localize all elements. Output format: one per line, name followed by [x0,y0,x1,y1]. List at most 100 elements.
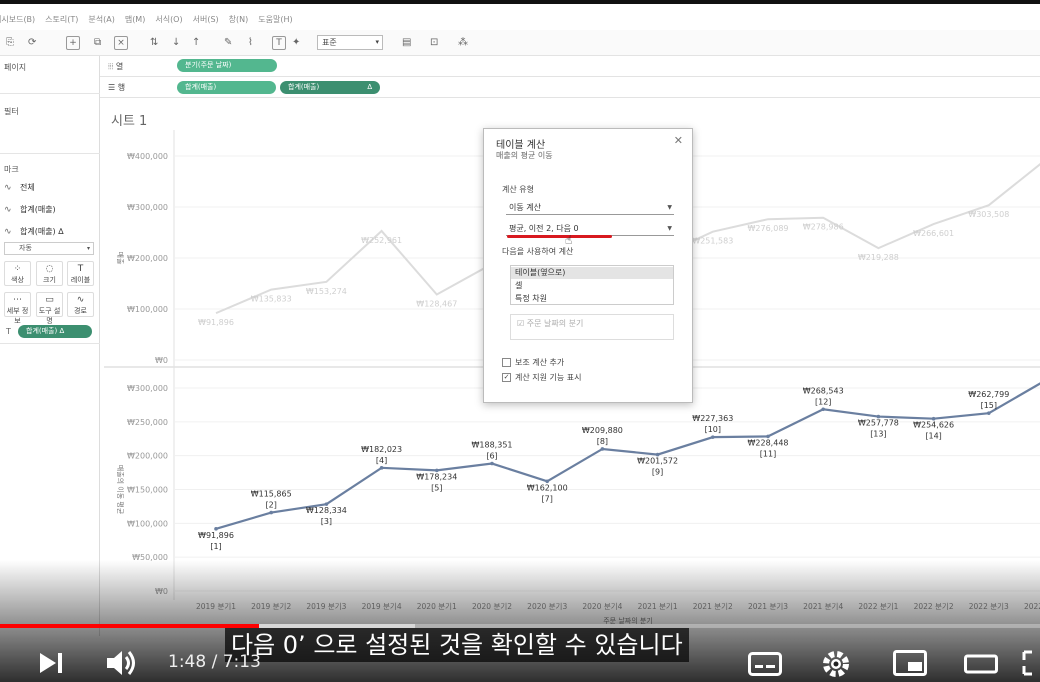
menu-item[interactable]: 분석(A) [88,14,114,25]
calc-type-dropdown[interactable]: 이동 계산 ▼ [506,202,674,215]
refresh-icon[interactable]: ⟳ [28,35,36,51]
share-icon[interactable]: ⁂ [458,35,468,51]
miniplayer-icon[interactable] [893,650,927,676]
top-ytick-label: ₩0 [155,356,168,365]
secondary-calc-checkbox[interactable] [502,358,511,367]
top-data-label: ₩303,508 [968,210,1009,219]
columns-pill-quarter[interactable]: 분기(주문 날짜) [177,59,277,72]
rows-shelf[interactable]: ☰ 행 합계(매출) 합계(매출) ∆ [100,77,1040,98]
compute-option-cell[interactable]: 셀 [511,280,673,292]
path-button[interactable]: ∿ 경로 [67,292,94,317]
path-icon: ∿ [76,295,85,305]
bottom-data-label: ₩201,572 [637,457,678,466]
size-icon: ◌ [45,264,54,274]
top-data-label: ₩128,467 [416,299,457,308]
top-data-label: ₩135,833 [251,295,292,304]
top-ytick-label: ₩200,000 [127,254,168,263]
new-datasource-icon[interactable]: ⎘ [6,35,14,51]
top-ytick-label: ₩400,000 [127,152,168,161]
mark-row-label: 합계(매출) [20,205,56,214]
marks-title: 마크 [4,165,19,174]
next-icon[interactable] [36,650,66,676]
settings-icon[interactable] [820,648,852,680]
volume-icon[interactable] [104,648,140,678]
calc-type-label: 계산 유형 [502,185,534,194]
sort-descending-icon[interactable]: ↑ [192,35,200,51]
bottom-index-label: [7] [542,494,553,503]
bottom-index-label: [8] [597,437,608,446]
compute-option-table-across[interactable]: 테이블(옆으로) [511,267,673,279]
highlight-icon[interactable]: ✎ [224,35,232,51]
detail-button[interactable]: ⋯ 세부 정보 [4,292,31,325]
format-dropdown[interactable]: 표준 ▾ [317,35,383,50]
show-help-label: 계산 지원 기능 표시 [515,373,582,382]
mark-row-label: 전체 [20,183,35,192]
swap-icon[interactable]: ⇅ [150,35,158,51]
label-field-icon: T [6,327,11,336]
rows-pill-sales[interactable]: 합계(매출) [177,81,276,94]
menu-item[interactable]: 맵(M) [125,14,146,25]
chevron-down-icon: ▾ [375,38,379,46]
color-button[interactable]: ⁘ 색상 [4,261,31,286]
bottom-point [711,435,715,439]
menu-item[interactable]: 서버(S) [193,14,219,25]
size-button[interactable]: ◌ 크기 [36,261,63,286]
show-help-checkbox[interactable]: ✓ [502,373,511,382]
dialog-title: 테이블 계산 [496,140,546,151]
subtitles-icon[interactable] [748,652,782,676]
show-labels-icon[interactable]: T [272,36,286,50]
bottom-ylabel: 매출의 이동 평균 [116,465,125,515]
bottom-data-label: ₩162,100 [527,483,568,492]
menu-bar: 대시보드(B) 스토리(T) 분석(A) 맵(M) 서식(O) 서버(S) 창(N) 도움말(… [0,0,1040,30]
show-help-option[interactable]: ✓ 계산 지원 기능 표시 [502,372,582,383]
bottom-data-label: ₩257,778 [858,419,899,428]
format-value: 표준 [322,38,337,47]
chevron-down-icon: ▾ [86,245,90,252]
filters-card: 필터 [0,98,100,154]
menu-item[interactable]: 창(N) [229,14,249,25]
pin-icon[interactable]: ✦ [292,35,300,51]
bottom-data-label: ₩115,865 [251,490,292,499]
fit-icon[interactable]: ▤ [402,35,411,51]
bottom-index-label: [6] [486,452,497,461]
duplicate-sheet-icon[interactable]: ⧉ [94,35,101,51]
new-sheet-icon[interactable]: + [66,36,80,50]
sort-ascending-icon[interactable]: ↓ [172,35,180,51]
compute-using-list: 테이블(옆으로) 셀 특정 차원 [510,265,674,305]
menu-item[interactable]: 대시보드(B) [0,14,35,25]
tooltip-button[interactable]: ▭ 도구 설명 [36,292,63,325]
close-icon[interactable]: ✕ [674,134,683,147]
presentation-icon[interactable]: ⊡ [430,35,438,51]
mark-type-dropdown[interactable]: 자동 ▾ [4,242,94,255]
menu-item[interactable]: 스토리(T) [45,14,78,25]
bottom-index-label: [9] [652,468,663,477]
compute-option-specific-dimensions[interactable]: 특정 차원 [511,293,673,305]
fullscreen-icon[interactable] [1022,650,1040,676]
secondary-calc-option[interactable]: 보조 계산 추가 [502,357,564,368]
marks-pill-sales-delta[interactable]: 합계(매출) ∆ [18,325,92,338]
bottom-data-label: ₩209,880 [582,426,623,435]
path-label: 경로 [74,307,87,315]
bottom-data-label: ₩178,234 [416,472,457,481]
bottom-data-label: ₩128,334 [306,506,347,515]
bottom-index-label: [11] [760,449,776,458]
bottom-index-label: [12] [815,397,831,406]
rows-pill-sales-delta[interactable]: 합계(매출) ∆ [280,81,380,94]
mark-row-sales-delta[interactable]: ∿ 합계(매출) ∆ [4,226,64,237]
bottom-data-label: ₩254,626 [913,421,954,430]
menu-item[interactable]: 서식(O) [155,14,182,25]
label-button[interactable]: T 레이블 [67,261,94,286]
menu-item[interactable]: 도움말(H) [258,14,292,25]
bottom-point [379,466,384,470]
size-label: 크기 [43,276,56,284]
group-icon[interactable]: ⌇ [248,35,253,51]
mark-row-all[interactable]: ∿ 전체 [4,182,35,193]
mark-row-sales[interactable]: ∿ 합계(매출) [4,204,56,215]
top-data-label: ₩219,288 [858,253,899,262]
clear-sheet-icon[interactable]: × [114,36,128,50]
dialog-subtitle: 매출의 평균 이동 [496,151,553,160]
columns-shelf[interactable]: ⦙⦙⦙ 열 분기(주문 날짜) [100,56,1040,77]
theater-mode-icon[interactable] [964,652,998,676]
player-shade [0,560,1040,682]
top-data-label: ₩278,986 [803,223,844,232]
